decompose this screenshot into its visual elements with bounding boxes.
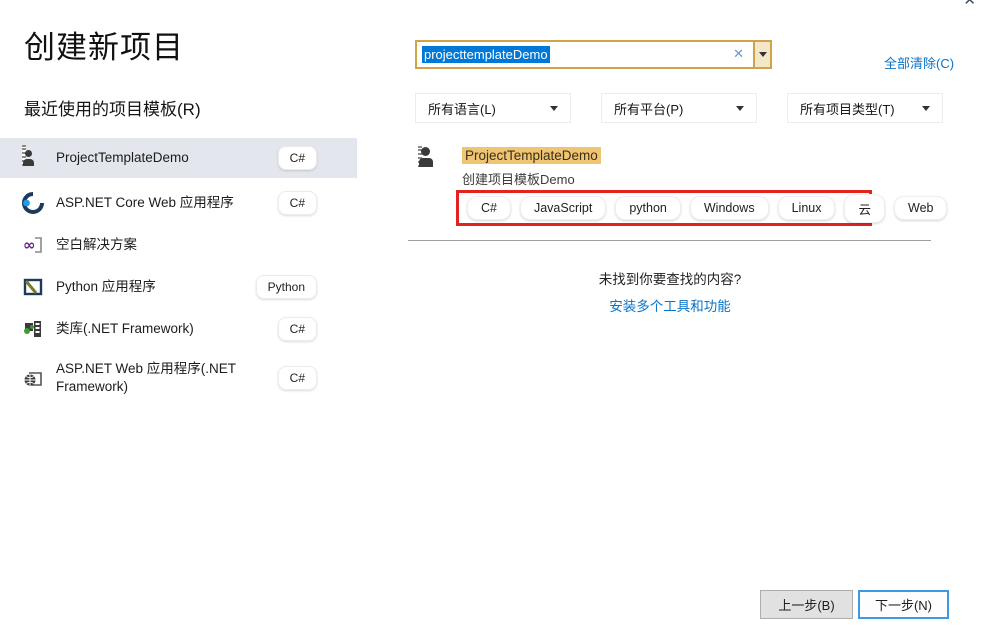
tag-python[interactable]: python [615,196,681,220]
template-title-highlighted: ProjectTemplateDemo [462,147,601,164]
aspnet-core-icon [22,192,44,214]
python-app-icon [22,276,44,298]
not-found-block: 未找到你要查找的内容? 安装多个工具和功能 [409,268,931,315]
recent-item-label: ProjectTemplateDemo [56,149,189,165]
recent-item-blank-solution[interactable]: ∞ 空白解决方案 [0,228,357,262]
recent-templates-list: ProjectTemplateDemo C# ASP.NET Core Web … [0,138,357,410]
language-filter-dropdown[interactable]: 所有语言(L) [415,93,571,123]
recent-item-label: ASP.NET Web 应用程序(.NET Framework) [56,361,236,395]
svg-text:∞: ∞ [23,236,36,254]
project-type-filter-dropdown[interactable]: 所有项目类型(T) [787,93,943,123]
language-badge: C# [277,146,317,170]
tag-linux[interactable]: Linux [777,196,836,220]
search-input[interactable]: projecttemplateDemo ✕ [417,42,753,67]
aspnet-web-icon [22,367,44,389]
recent-item-class-library[interactable]: 类库(.NET Framework) C# [0,312,357,346]
template-description: 创建项目模板Demo [462,172,575,187]
language-badge: Python [255,275,317,299]
search-history-dropdown-button[interactable] [753,42,770,67]
chevron-down-icon [736,105,744,111]
create-new-project-dialog: ✕ 创建新项目 最近使用的项目模板(R) ProjectTemplateDemo… [0,0,984,635]
back-button[interactable]: 上一步(B) [760,590,853,619]
class-library-icon [22,318,44,340]
language-filter-value: 所有语言(L) [428,101,496,117]
clear-search-icon[interactable]: ✕ [733,46,744,62]
page-title: 创建新项目 [24,30,184,65]
platform-filter-value: 所有平台(P) [614,101,684,117]
next-button[interactable]: 下一步(N) [858,590,949,619]
chevron-down-icon [758,52,767,57]
chevron-down-icon [550,105,558,111]
close-icon[interactable]: ✕ [963,0,976,9]
tag-csharp[interactable]: C# [467,196,511,220]
project-template-icon [418,146,433,167]
recent-item-python-app[interactable]: Python 应用程序 Python [0,270,357,304]
language-badge: C# [277,366,317,391]
search-control: projecttemplateDemo ✕ [415,40,772,69]
recent-item-label: Python 应用程序 [56,278,156,294]
recent-item-aspnet-web[interactable]: ASP.NET Web 应用程序(.NET Framework) C# [0,354,357,403]
recent-templates-heading: 最近使用的项目模板(R) [24,100,201,119]
install-tools-link[interactable]: 安装多个工具和功能 [409,295,931,315]
tag-cloud[interactable]: 云 [844,193,885,223]
chevron-down-icon [922,105,930,111]
recent-item-aspnet-core-web[interactable]: ASP.NET Core Web 应用程序 C# [0,186,357,220]
template-tags-annotation-box: C# JavaScript python Windows Linux 云 Web [456,190,948,226]
tag-javascript[interactable]: JavaScript [519,196,607,220]
results-divider [408,240,931,241]
tag-windows[interactable]: Windows [689,196,769,220]
project-template-icon [22,145,44,169]
language-badge: C# [277,317,317,341]
blank-solution-icon: ∞ [22,234,44,256]
recent-item-label: 空白解决方案 [56,236,137,252]
not-found-message: 未找到你要查找的内容? [598,272,742,287]
clear-all-link[interactable]: 全部清除(C) [884,53,954,72]
platform-filter-dropdown[interactable]: 所有平台(P) [601,93,757,123]
search-input-selected-text: projecttemplateDemo [422,46,550,63]
recent-item-label: 类库(.NET Framework) [56,320,194,336]
recent-item-projecttemplatedemo[interactable]: ProjectTemplateDemo C# [0,138,357,178]
language-badge: C# [277,191,317,215]
tag-web[interactable]: Web [894,196,948,220]
recent-item-label: ASP.NET Core Web 应用程序 [56,194,234,210]
project-type-filter-value: 所有项目类型(T) [800,101,895,117]
